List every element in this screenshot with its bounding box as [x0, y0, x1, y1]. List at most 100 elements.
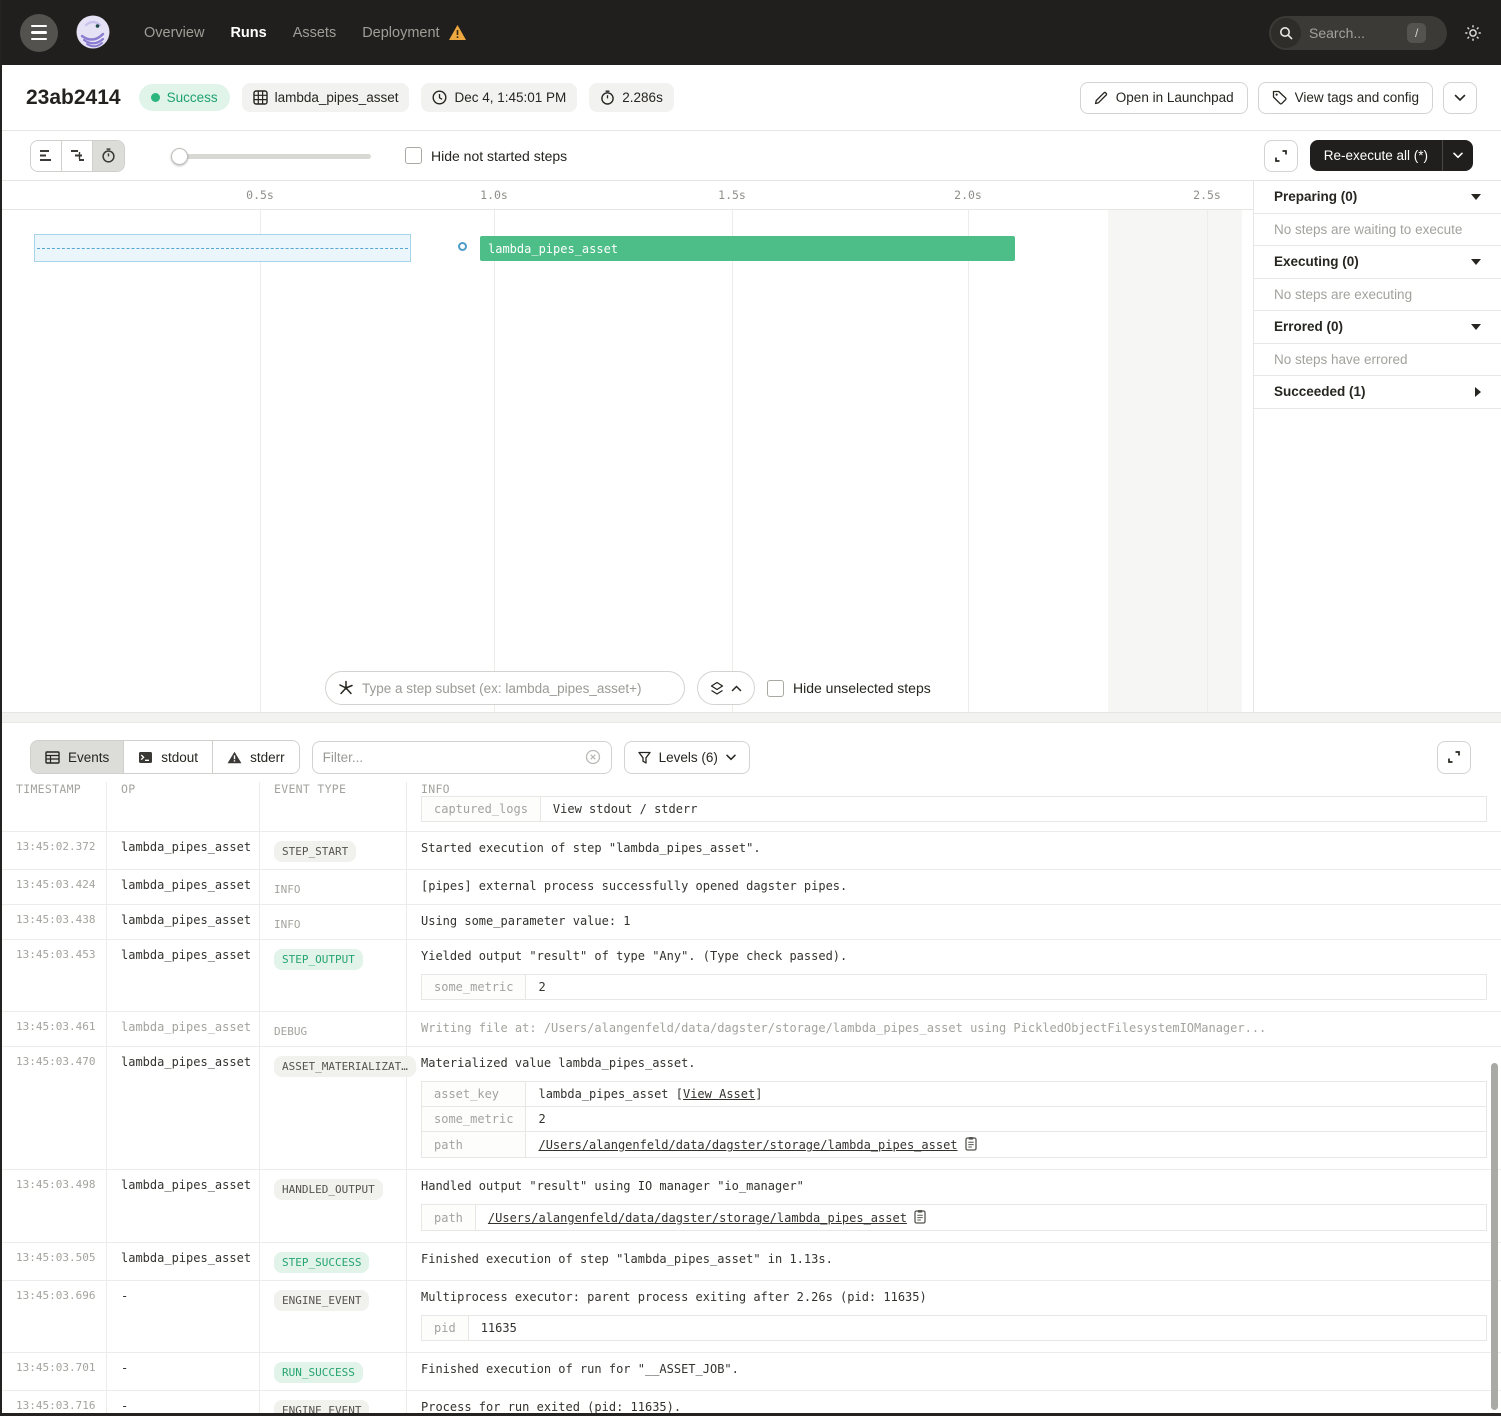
event-timestamp[interactable] — [2, 796, 107, 831]
hide-unselected-checkbox[interactable] — [767, 680, 784, 697]
tab-stdout[interactable]: stdout — [124, 741, 213, 773]
event-log-row: 13:45:02.372lambda_pipes_asset STEP_START… — [2, 831, 1501, 869]
event-log-row: 13:45:03.498lambda_pipes_assetHANDLED_OU… — [2, 1169, 1501, 1242]
event-log-row: 13:45:03.716-ENGINE_EVENTProcess for run… — [2, 1390, 1501, 1416]
timer-icon — [600, 90, 615, 105]
event-log-row: 13:45:03.438lambda_pipes_assetINFOUsing … — [2, 904, 1501, 939]
event-log-table: TIMESTAMP OP EVENT TYPE INFO captured_lo… — [2, 782, 1501, 1416]
reexecute-dropdown[interactable] — [1442, 140, 1473, 171]
event-timestamp[interactable]: 13:45:03.438 — [2, 905, 107, 939]
chevron-up-icon — [731, 685, 742, 692]
expand-icon — [1447, 750, 1461, 764]
gantt-fullscreen-button[interactable] — [1264, 140, 1298, 172]
deployment-warning-icon — [448, 24, 467, 41]
event-op: lambda_pipes_asset — [107, 1047, 260, 1169]
panel-splitter[interactable] — [2, 712, 1501, 732]
event-type-pill: ASSET_MATERIALIZAT… — [274, 1056, 416, 1077]
event-type: INFO — [260, 905, 407, 939]
hide-not-started-checkbox[interactable] — [405, 147, 422, 164]
event-type-pill: ENGINE_EVENT — [274, 1400, 369, 1416]
event-timestamp[interactable]: 13:45:03.716 — [2, 1391, 107, 1416]
waterfall-view-button[interactable] — [62, 141, 93, 171]
axis-tick: 1.0s — [480, 188, 508, 202]
metadata-path-link[interactable]: /Users/alangenfeld/data/dagster/storage/… — [488, 1211, 907, 1225]
event-metadata-table: some_metric2 — [421, 974, 1487, 1000]
col-info: INFO — [407, 782, 1501, 796]
run-actions-dropdown-button[interactable] — [1443, 82, 1477, 114]
metadata-value: 11635 — [468, 1316, 1486, 1341]
event-timestamp[interactable]: 13:45:03.461 — [2, 1012, 107, 1046]
axis-tick: 0.5s — [246, 188, 274, 202]
log-fullscreen-button[interactable] — [1437, 741, 1471, 774]
col-op: OP — [107, 782, 260, 796]
event-op: lambda_pipes_asset — [107, 832, 260, 869]
zoom-slider-handle[interactable] — [171, 148, 188, 165]
event-op: - — [107, 1353, 260, 1390]
event-timestamp[interactable]: 13:45:03.498 — [2, 1170, 107, 1242]
view-tags-config-button[interactable]: View tags and config — [1258, 82, 1433, 114]
event-info: Finished execution of run for "__ASSET_J… — [407, 1353, 1501, 1390]
gantt-view-mode-group — [30, 140, 125, 172]
event-op: - — [107, 1281, 260, 1352]
event-type-pill: STEP_START — [274, 841, 356, 862]
log-panel: Events stdout stderr Levels (6) — [2, 732, 1501, 1416]
log-scrollbar[interactable] — [1491, 1063, 1498, 1410]
event-timestamp[interactable]: 13:45:03.505 — [2, 1243, 107, 1280]
nav-runs[interactable]: Runs — [230, 25, 266, 41]
sidebar-section-preparing[interactable]: Preparing (0) — [1254, 181, 1501, 214]
gantt-waiting-segment — [34, 234, 411, 262]
gantt-toolbar: Hide not started steps Re-execute all (*… — [2, 131, 1501, 181]
axis-tick: 1.5s — [718, 188, 746, 202]
event-info: Handled output "result" using IO manager… — [407, 1170, 1501, 1242]
graph-options-button[interactable] — [697, 671, 755, 705]
funnel-icon — [638, 751, 651, 764]
levels-dropdown-button[interactable]: Levels (6) — [624, 741, 750, 774]
log-filter-input[interactable] — [323, 750, 585, 765]
zoom-slider[interactable] — [171, 148, 371, 164]
nav-overview[interactable]: Overview — [144, 25, 204, 41]
event-timestamp[interactable]: 13:45:03.701 — [2, 1353, 107, 1390]
gantt-step-bar[interactable]: lambda_pipes_asset — [480, 236, 1015, 261]
step-status-sidebar: Preparing (0) No steps are waiting to ex… — [1254, 181, 1501, 712]
tab-events[interactable]: Events — [31, 741, 124, 773]
event-timestamp[interactable]: 13:45:03.696 — [2, 1281, 107, 1352]
sidebar-section-succeeded[interactable]: Succeeded (1) — [1254, 376, 1501, 409]
sidebar-section-executing[interactable]: Executing (0) — [1254, 246, 1501, 279]
view-asset-link[interactable]: View Asset — [683, 1087, 755, 1101]
metadata-value: View stdout / stderr — [540, 797, 1486, 822]
expand-icon — [1274, 149, 1288, 163]
timed-view-button[interactable] — [93, 141, 124, 171]
event-timestamp[interactable]: 13:45:03.424 — [2, 870, 107, 904]
event-log-row: 13:45:03.424lambda_pipes_assetINFO[pipes… — [2, 869, 1501, 904]
event-timestamp[interactable]: 13:45:03.453 — [2, 940, 107, 1011]
event-timestamp[interactable]: 13:45:02.372 — [2, 832, 107, 869]
copy-icon[interactable] — [914, 1210, 926, 1224]
dagster-logo-icon[interactable] — [72, 12, 114, 54]
nav-assets[interactable]: Assets — [293, 25, 337, 41]
hamburger-menu-button[interactable] — [20, 14, 58, 52]
sidebar-section-errored[interactable]: Errored (0) — [1254, 311, 1501, 344]
chevron-down-icon — [1471, 324, 1481, 330]
settings-gear-icon[interactable] — [1463, 23, 1483, 43]
metadata-key: path — [422, 1205, 476, 1231]
event-info: Yielded output "result" of type "Any". (… — [407, 940, 1501, 1011]
metadata-value: /Users/alangenfeld/data/dagster/storage/… — [526, 1132, 1487, 1158]
log-tabs: Events stdout stderr — [30, 740, 300, 774]
reexecute-all-button[interactable]: Re-execute all (*) — [1310, 140, 1473, 171]
metadata-path-link[interactable]: /Users/alangenfeld/data/dagster/storage/… — [538, 1138, 957, 1152]
tab-stderr[interactable]: stderr — [213, 741, 299, 773]
event-metadata-table: path/Users/alangenfeld/data/dagster/stor… — [421, 1204, 1487, 1231]
flat-view-button[interactable] — [31, 141, 62, 171]
open-in-launchpad-button[interactable]: Open in Launchpad — [1080, 82, 1248, 114]
event-op: lambda_pipes_asset — [107, 1243, 260, 1280]
event-timestamp[interactable]: 13:45:03.470 — [2, 1047, 107, 1169]
clear-filter-icon[interactable] — [585, 749, 601, 765]
step-subset-input[interactable] — [362, 681, 672, 696]
status-dot-icon — [151, 93, 160, 102]
search-input[interactable] — [1309, 25, 1405, 41]
nav-deployment[interactable]: Deployment — [362, 25, 439, 41]
copy-icon[interactable] — [965, 1137, 977, 1151]
job-chip[interactable]: lambda_pipes_asset — [242, 83, 410, 112]
event-info: captured_logsView stdout / stderr — [407, 796, 1501, 831]
search-box[interactable]: / — [1269, 16, 1447, 50]
